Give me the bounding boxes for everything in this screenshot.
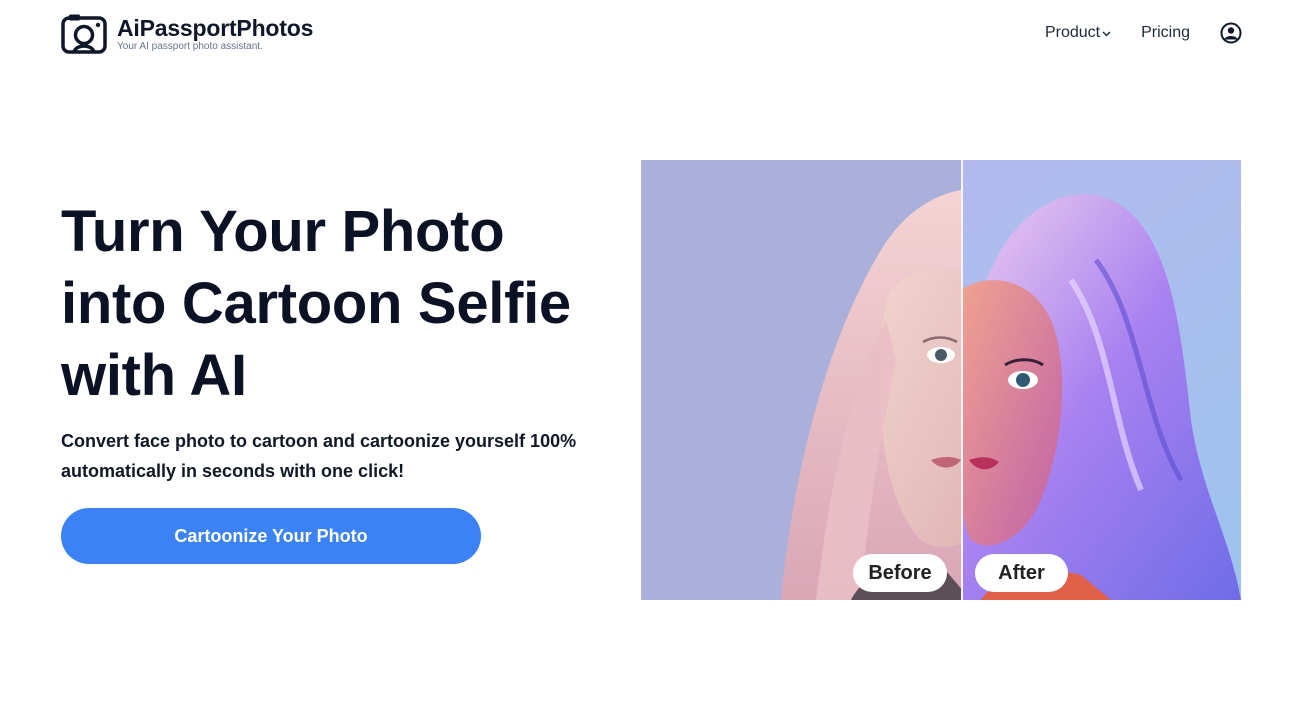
hero-title: Turn Your Photo into Cartoon Selfie with… xyxy=(61,199,571,408)
nav-product[interactable]: Product xyxy=(1045,24,1111,42)
site-header: AiPassportPhotos Your AI passport photo … xyxy=(0,0,1310,70)
before-label: Before xyxy=(853,554,947,592)
portrait-illustration xyxy=(641,160,1241,600)
hero-subtitle: Convert face photo to cartoon and cartoo… xyxy=(61,431,577,481)
main-nav: Product Pricing xyxy=(1045,22,1242,44)
brand-name: AiPassportPhotos xyxy=(117,15,314,41)
chevron-down-icon xyxy=(1102,31,1111,36)
nav-product-label: Product xyxy=(1044,24,1101,41)
before-after-image: Before After xyxy=(641,160,1241,600)
comparison-divider[interactable] xyxy=(961,160,963,600)
nav-pricing[interactable]: Pricing xyxy=(1141,24,1190,42)
camera-logo-icon xyxy=(61,14,107,54)
brand-logo[interactable]: AiPassportPhotos Your AI passport photo … xyxy=(61,14,313,54)
brand-tagline: Your AI passport photo assistant. xyxy=(117,41,263,52)
user-circle-icon[interactable] xyxy=(1220,22,1242,44)
cartoonize-button[interactable]: Cartoonize Your Photo xyxy=(61,508,481,564)
after-label: After xyxy=(975,554,1068,592)
nav-pricing-label: Pricing xyxy=(1141,24,1190,41)
